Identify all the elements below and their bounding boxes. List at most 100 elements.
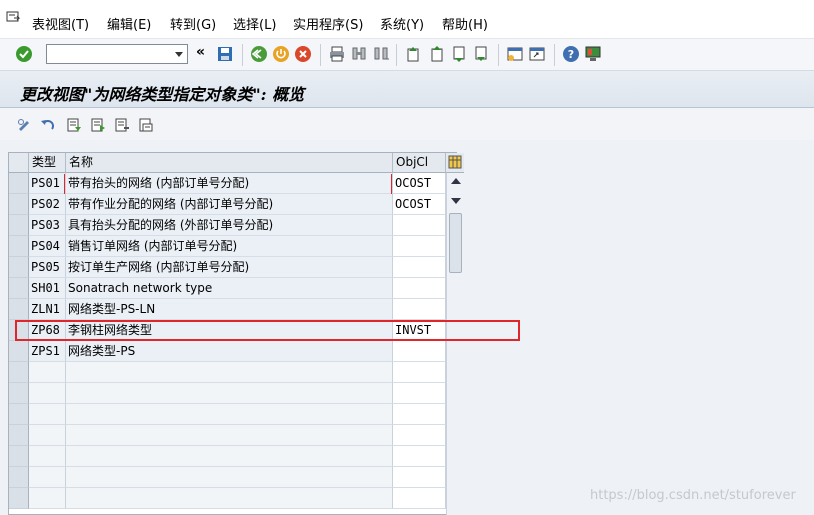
- column-header-objci[interactable]: ObjCl: [393, 153, 446, 173]
- find-icon[interactable]: [350, 45, 368, 63]
- find-next-icon[interactable]: [372, 45, 390, 63]
- cell-name: [66, 362, 393, 383]
- cell-type: [29, 362, 66, 383]
- cancel-icon[interactable]: [294, 45, 312, 63]
- cell-name: 具有抬头分配的网络 (外部订单号分配): [66, 215, 393, 236]
- row-selector[interactable]: [9, 215, 29, 236]
- menu-bar: 表视图(T) 编辑(E) 转到(G) 选择(L) 实用程序(S) 系统(Y) 帮…: [0, 0, 814, 38]
- menu-help[interactable]: 帮助(H): [442, 14, 488, 33]
- cell-name: 网络类型-PS: [66, 341, 393, 362]
- last-page-icon[interactable]: [472, 45, 490, 63]
- scroll-up-icon[interactable]: [451, 178, 461, 184]
- undo-icon[interactable]: [40, 117, 56, 133]
- menu-edit[interactable]: 编辑(E): [107, 14, 151, 33]
- cell-objci[interactable]: [393, 257, 446, 278]
- cell-name: [66, 446, 393, 467]
- print-icon[interactable]: [328, 45, 346, 63]
- enter-icon[interactable]: [15, 45, 33, 63]
- cell-type: PS04: [29, 236, 66, 257]
- row-selector[interactable]: [9, 341, 29, 362]
- select-all-icon[interactable]: [138, 117, 154, 133]
- row-selector[interactable]: [9, 425, 29, 446]
- cell-name: 带有作业分配的网络 (内部订单号分配): [66, 194, 393, 215]
- row-selector[interactable]: [9, 383, 29, 404]
- help-icon[interactable]: ?: [562, 45, 580, 63]
- scroll-down-icon[interactable]: [451, 198, 461, 204]
- shortcut-icon[interactable]: [528, 45, 546, 63]
- cell-type: [29, 446, 66, 467]
- cell-objci[interactable]: OCOST: [393, 173, 446, 194]
- menu-selection[interactable]: 选择(L): [233, 14, 276, 33]
- cell-objci[interactable]: [393, 236, 446, 257]
- cell-name: 按订单生产网络 (内部订单号分配): [66, 257, 393, 278]
- menu-system[interactable]: 系统(Y): [380, 14, 424, 33]
- cell-objci[interactable]: [393, 278, 446, 299]
- command-field[interactable]: [46, 44, 188, 64]
- cell-objci[interactable]: [393, 215, 446, 236]
- cell-objci[interactable]: OCOST: [393, 194, 446, 215]
- chevron-down-icon[interactable]: [173, 48, 185, 60]
- cell-type: ZLN1: [29, 299, 66, 320]
- row-selector[interactable]: [9, 173, 29, 194]
- menu-goto[interactable]: 转到(G): [170, 14, 216, 33]
- cell-objci: [393, 488, 446, 509]
- first-page-icon[interactable]: [404, 45, 422, 63]
- highlight-box: [15, 320, 520, 341]
- table-settings-icon: [448, 155, 462, 169]
- exit-icon[interactable]: [272, 45, 290, 63]
- standard-toolbar: « ?: [0, 38, 814, 71]
- row-selector[interactable]: [9, 236, 29, 257]
- title-bar: 更改视图"为网络类型指定对象类": 概览: [0, 71, 814, 108]
- copy-as-icon[interactable]: [90, 117, 106, 133]
- cell-type: [29, 488, 66, 509]
- cell-objci: [393, 362, 446, 383]
- column-header-type[interactable]: 类型: [29, 153, 66, 173]
- display-change-icon[interactable]: [17, 117, 33, 133]
- row-selector[interactable]: [9, 446, 29, 467]
- cell-name: 网络类型-PS-LN: [66, 299, 393, 320]
- save-icon[interactable]: [216, 45, 234, 63]
- row-selector[interactable]: [9, 362, 29, 383]
- customize-layout-icon[interactable]: [584, 45, 602, 63]
- table-settings-button[interactable]: [446, 153, 464, 173]
- cell-type: PS02: [29, 194, 66, 215]
- new-session-icon[interactable]: [506, 45, 524, 63]
- prev-page-icon[interactable]: [428, 45, 446, 63]
- cell-type: PS01: [29, 173, 66, 194]
- system-menu-icon[interactable]: [6, 10, 20, 24]
- row-selector[interactable]: [9, 488, 29, 509]
- cell-type: ZPS1: [29, 341, 66, 362]
- cell-type: [29, 404, 66, 425]
- vertical-scrollbar[interactable]: [446, 173, 464, 515]
- delete-icon[interactable]: [114, 117, 130, 133]
- collapse-icon[interactable]: «: [196, 44, 214, 62]
- cell-objci: [393, 425, 446, 446]
- menu-utilities[interactable]: 实用程序(S): [293, 14, 363, 33]
- cell-objci: [393, 467, 446, 488]
- select-all-header[interactable]: [9, 153, 29, 173]
- row-selector[interactable]: [9, 467, 29, 488]
- back-icon[interactable]: [250, 45, 268, 63]
- cell-type: PS05: [29, 257, 66, 278]
- cell-objci: [393, 383, 446, 404]
- cell-objci: [393, 404, 446, 425]
- row-selector[interactable]: [9, 278, 29, 299]
- row-selector[interactable]: [9, 194, 29, 215]
- cell-objci[interactable]: [393, 299, 446, 320]
- cell-objci[interactable]: [393, 341, 446, 362]
- cell-type: SH01: [29, 278, 66, 299]
- menu-table-view[interactable]: 表视图(T): [32, 14, 89, 33]
- cell-name: 销售订单网络 (内部订单号分配): [66, 236, 393, 257]
- application-toolbar: [0, 108, 814, 140]
- row-selector[interactable]: [9, 404, 29, 425]
- row-selector[interactable]: [9, 299, 29, 320]
- cell-name: [66, 404, 393, 425]
- column-header-name[interactable]: 名称: [66, 153, 393, 173]
- row-selector[interactable]: [9, 257, 29, 278]
- cell-name: Sonatrach network type: [66, 278, 393, 299]
- next-page-icon[interactable]: [450, 45, 468, 63]
- cell-type: [29, 383, 66, 404]
- cell-type: [29, 467, 66, 488]
- new-entries-icon[interactable]: [66, 117, 82, 133]
- scroll-thumb[interactable]: [449, 213, 462, 273]
